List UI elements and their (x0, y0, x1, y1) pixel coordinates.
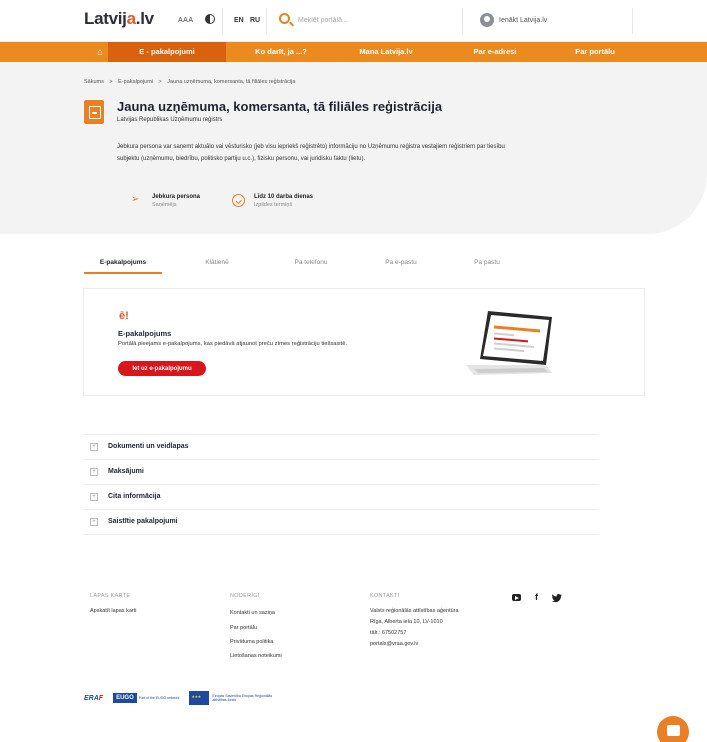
plus-icon: + (90, 518, 98, 526)
nav-item-mana-latvija[interactable]: Mana Latvija.lv (336, 42, 436, 62)
facebook-icon[interactable]: f (535, 592, 538, 602)
lang-en-link[interactable]: EN (234, 17, 244, 24)
accordion-label: Cita informācija (108, 493, 161, 500)
service-provider: Latvijas Republikas Uzņēmumu reģistrs (117, 117, 223, 123)
service-document-icon (84, 100, 104, 124)
login-label: Ienākt Latvija.lv (499, 16, 548, 24)
breadcrumb-separator: > (158, 79, 162, 85)
footer-contact-phone: tālr.: 67502757 (370, 630, 407, 636)
send-icon: ➢ (131, 194, 140, 205)
recipient-label: Saņēmējs (152, 202, 177, 208)
breadcrumb-separator: > (109, 79, 113, 85)
deadline-label: Izpildes termiņš (254, 202, 293, 208)
nav-item-par-e-adresi[interactable]: Par e-adresi (460, 42, 530, 62)
service-description: Jebkura persona var saņemt aktuālo vai v… (117, 144, 505, 162)
footer-useful-heading: NODERĪGI (230, 593, 260, 599)
footer-sitemap-heading: LAPAS KARTE (90, 593, 131, 599)
logo-text-prefix: Latvij (84, 9, 127, 28)
e-service-text: Portālā pieejams e-pakalpojums, kas pied… (118, 341, 348, 347)
logo-text-suffix: .lv (135, 9, 154, 28)
footer-contact-address: Rīga, Alberta iela 10, LV-1010 (370, 619, 443, 625)
e-service-icon: ē! (119, 310, 129, 322)
recipient-value: Jebkura persona (152, 194, 201, 200)
user-icon (480, 13, 494, 27)
e-service-title: E-pakalpojums (118, 329, 172, 338)
accordion-payments[interactable]: + Maksājumi (84, 459, 599, 484)
accordion-related-services[interactable]: + Saistītie pakalpojumi (84, 509, 599, 535)
footer-link-privacy[interactable]: Privātuma politika (230, 639, 273, 645)
site-header: Latvija.lv AAA EN RU Ienākt Latvija.lv (0, 0, 707, 42)
eraf-logo: ERAF (84, 694, 104, 702)
recipient-info: ➢ Jebkura persona Saņēmējs (131, 194, 200, 208)
tab-pa-e-pastu[interactable]: Pa e-pastu (366, 256, 436, 274)
eu-fund-logo: Eiropas Savienība Eiropas Reģionālās att… (189, 691, 272, 705)
channel-tabs: E-pakalpojums Klātienē Pa telefonu Pa e-… (84, 256, 644, 274)
logo-text-accent: a (126, 9, 136, 28)
contrast-icon[interactable] (205, 14, 215, 24)
footer-contact-email[interactable]: portals@vraa.gov.lv (370, 641, 418, 647)
plus-icon: + (90, 468, 98, 476)
tab-klatiene[interactable]: Klātienē (182, 256, 252, 274)
e-service-card: ē! E-pakalpojums Portālā pieejams e-paka… (83, 288, 645, 396)
header-divider (266, 8, 267, 34)
home-icon[interactable]: ⌂ (94, 46, 106, 58)
plus-icon: + (90, 443, 98, 451)
site-logo[interactable]: Latvija.lv (84, 9, 154, 29)
tab-e-pakalpojums[interactable]: E-pakalpojums (84, 256, 162, 274)
breadcrumb: Sākums > E-pakalpojumi > Jauna uzņēmuma,… (84, 79, 299, 85)
search-icon[interactable] (279, 13, 290, 24)
footer-contact-org: Valsts reģionālās attīstības aģentūra (370, 608, 459, 614)
footer-link-about[interactable]: Par portālu (230, 625, 257, 631)
eugo-logo: EUGO Part of the EUGO network (113, 693, 179, 703)
tab-pa-pastu[interactable]: Pa pastu (452, 256, 522, 274)
accordion-documents[interactable]: + Dokumenti un veidlapas (84, 434, 599, 459)
accordion-label: Dokumenti un veidlapas (108, 443, 189, 450)
login-link[interactable]: Ienākt Latvija.lv (480, 12, 547, 28)
footer-contacts-heading: KONTAKTI (370, 593, 400, 599)
breadcrumb-current: Jauna uzņēmuma, komersanta, tā filiāles … (167, 79, 296, 85)
footer-link-sitemap[interactable]: Apskatīt lapas karti (90, 608, 136, 614)
nav-item-e-pakalpojumi[interactable]: E - pakalpojumi (108, 42, 226, 62)
breadcrumb-e-services[interactable]: E-pakalpojumi (118, 79, 153, 85)
tab-pa-telefonu[interactable]: Pa telefonu (276, 256, 346, 274)
chat-button[interactable] (657, 716, 689, 742)
nav-item-par-portalu[interactable]: Par portālu (560, 42, 630, 62)
header-divider (462, 8, 463, 34)
main-nav: ⌂ E - pakalpojumi Ko darīt, ja ...? Mana… (0, 42, 707, 62)
header-divider (632, 8, 633, 34)
footer-link-terms[interactable]: Lietošanas noteikumi (230, 653, 282, 659)
nav-item-ko-darit[interactable]: Ko darīt, ja ...? (236, 42, 326, 62)
font-size-toggle[interactable]: AAA (178, 17, 194, 24)
accordion-label: Maksājumi (108, 468, 144, 475)
check-clock-icon (232, 194, 245, 207)
breadcrumb-home[interactable]: Sākums (84, 79, 104, 85)
search-input[interactable] (298, 13, 448, 27)
youtube-icon[interactable] (512, 594, 521, 601)
lang-ru-link[interactable]: RU (250, 17, 260, 24)
deadline-value: Līdz 10 darba dienas (254, 194, 314, 200)
laptop-illustration (466, 311, 552, 375)
deadline-info: Līdz 10 darba dienas Izpildes termiņš (232, 194, 313, 208)
go-to-e-service-button[interactable]: Iet uz e-pakalpojumu (118, 361, 206, 376)
accordion-other-info[interactable]: + Cita informācija (84, 484, 599, 509)
page-title: Jauna uzņēmuma, komersanta, tā filiāles … (117, 99, 443, 114)
header-divider (222, 8, 223, 34)
accordion-label: Saistītie pakalpojumi (108, 518, 178, 525)
plus-icon: + (90, 493, 98, 501)
partner-logos: ERAF EUGO Part of the EUGO network Eirop… (84, 687, 272, 709)
footer-link-contacts[interactable]: Kontakti un saziņa (230, 610, 275, 616)
twitter-icon[interactable] (552, 594, 562, 602)
